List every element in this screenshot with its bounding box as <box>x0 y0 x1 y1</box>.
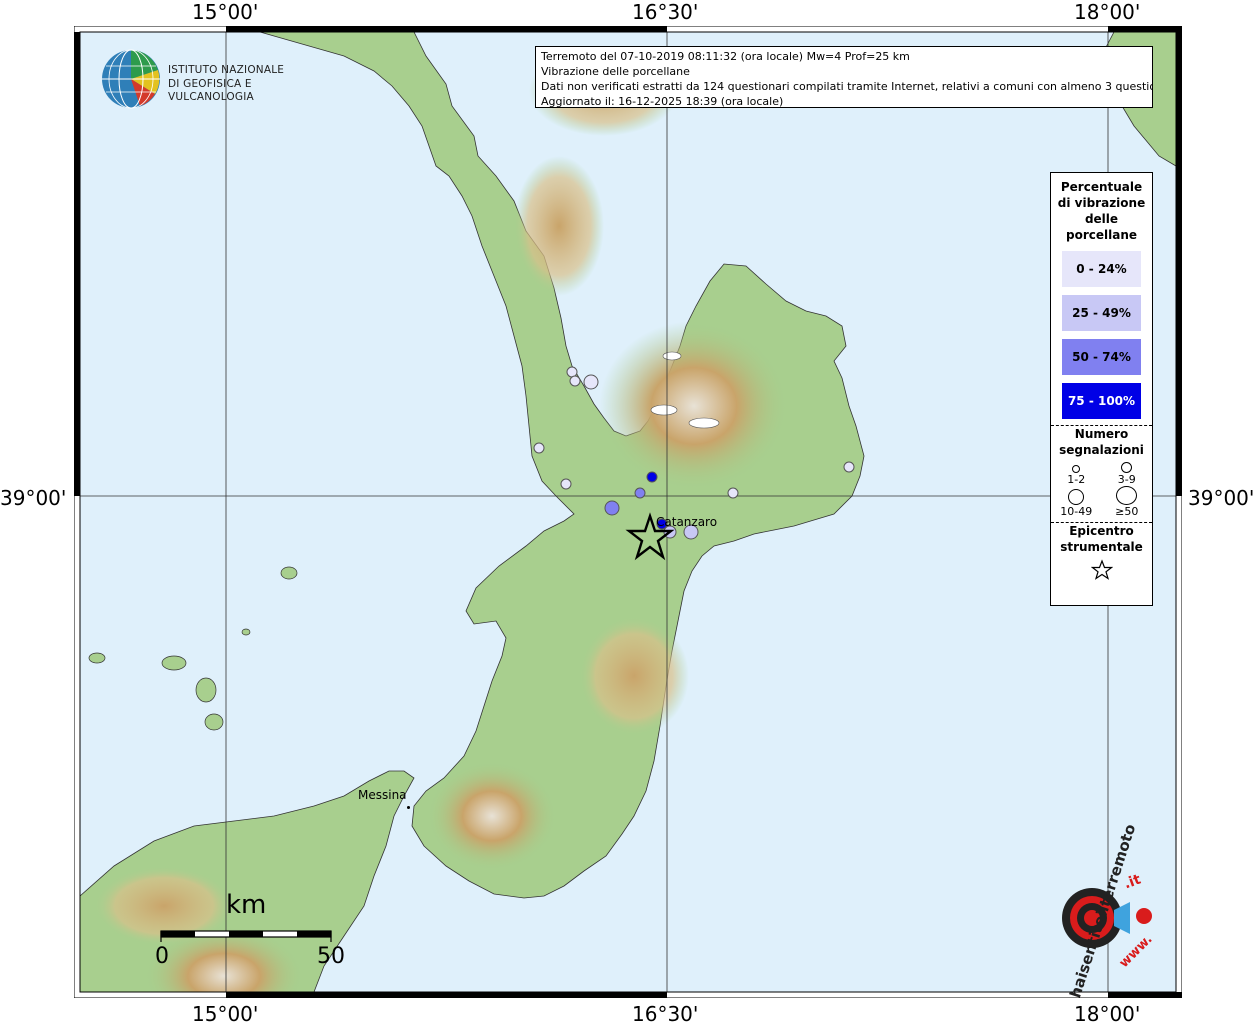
event-info-box: Terremoto del 07-10-2019 08:11:32 (ora l… <box>535 46 1153 108</box>
observation-point[interactable] <box>604 500 620 516</box>
lon-label-top-2: 16°30' <box>632 0 699 24</box>
lat-label-left: 39°00' <box>0 486 67 510</box>
event-line: Terremoto del 07-10-2019 08:11:32 (ora l… <box>541 50 910 63</box>
ingv-globe-icon <box>102 49 160 109</box>
legend-count-label: 1-2 <box>1067 473 1086 486</box>
source-line: Dati non verificati estratti da 124 ques… <box>541 80 1153 93</box>
legend-title-line2: di vibrazione <box>1057 196 1146 210</box>
island-panarea <box>241 628 251 636</box>
observation-point[interactable] <box>843 461 855 473</box>
legend-count-50-plus: ≥50 <box>1102 486 1153 518</box>
observation-point[interactable] <box>634 487 646 499</box>
observation-point[interactable] <box>533 442 545 454</box>
legend: Percentuale di vibrazione delle porcella… <box>1050 172 1153 606</box>
island-salina <box>161 655 187 671</box>
legend-class-label: 0 - 24% <box>1076 262 1127 276</box>
island-stromboli <box>280 566 298 580</box>
city-label-messina: Messina <box>358 788 407 802</box>
legend-count-title: Numero segnalazioni <box>1051 426 1152 458</box>
legend-epicenter-title-line2: strumentale <box>1060 540 1143 554</box>
legend-title-line4: porcellane <box>1065 228 1137 242</box>
frame-tick-top-2 <box>1108 26 1182 32</box>
ingv-logo: ISTITUTO NAZIONALE DI GEOFISICA E VULCAN… <box>100 46 320 112</box>
lon-label-top-3: 18°00' <box>1074 0 1141 24</box>
legend-count-3-9: 3-9 <box>1102 458 1153 486</box>
lake-cecita <box>662 351 682 361</box>
ingv-name-line2: DI GEOFISICA E VULCANOLOGIA <box>168 78 254 103</box>
ingv-name-line1: ISTITUTO NAZIONALE <box>168 64 285 76</box>
frame-tick-bottom-2 <box>1108 992 1182 998</box>
update-line: Aggiornato il: 16-12-2025 18:39 (ora loc… <box>541 95 784 108</box>
map-frame[interactable] <box>74 26 1182 998</box>
island-lipari <box>195 677 217 703</box>
scale-unit: km <box>226 890 267 920</box>
lat-label-right: 39°00' <box>1188 486 1254 510</box>
legend-class-75-100: 75 - 100% <box>1062 383 1141 419</box>
observation-point[interactable] <box>569 375 581 387</box>
aspromonte-relief <box>427 761 557 871</box>
lon-label-bottom-3: 18°00' <box>1074 1002 1141 1026</box>
sila-relief <box>599 321 789 491</box>
frame-tick-left-1 <box>74 32 80 496</box>
scale-bar-graphic <box>160 930 332 942</box>
lon-label-bottom-1: 15°00' <box>192 1002 259 1026</box>
frame-tick-right-1 <box>1176 32 1182 496</box>
star-icon <box>1090 559 1113 580</box>
island-vulcano <box>204 713 224 731</box>
scale-max-label: 50 <box>317 944 345 969</box>
observation-point[interactable] <box>646 471 658 483</box>
legend-count-title-line1: Numero <box>1074 427 1129 441</box>
legend-count-label: 3-9 <box>1117 473 1136 486</box>
legend-count-label: 10-49 <box>1060 505 1093 518</box>
parameter-line: Vibrazione delle porcellane <box>541 65 690 78</box>
legend-count-10-49: 10-49 <box>1051 486 1102 518</box>
legend-count-grid: 1-2 3-9 10-49 ≥50 <box>1051 458 1152 518</box>
legend-class-50-74: 50 - 74% <box>1062 339 1141 375</box>
scale-bar: km 0 50 <box>150 890 350 970</box>
catena-costiera-relief <box>514 156 604 296</box>
legend-title: Percentuale di vibrazione delle porcella… <box>1051 179 1152 243</box>
legend-class-label: 25 - 49% <box>1072 306 1131 320</box>
frame-tick-bottom-1 <box>226 992 667 998</box>
small-circle-icon <box>1072 465 1081 473</box>
legend-count-1-2: 1-2 <box>1051 458 1102 486</box>
legend-count-title-line2: segnalazioni <box>1059 443 1144 457</box>
observation-point[interactable] <box>727 487 739 499</box>
legend-class-label: 50 - 74% <box>1072 350 1131 364</box>
xlarge-circle-icon <box>1116 486 1138 505</box>
messina-marker <box>407 806 410 809</box>
observation-point[interactable] <box>560 478 572 490</box>
observation-point[interactable] <box>566 366 578 378</box>
scale-min-label: 0 <box>155 944 169 969</box>
legend-class-0-24: 0 - 24% <box>1062 251 1141 287</box>
legend-count-label: ≥50 <box>1115 505 1139 518</box>
lon-label-top-1: 15°00' <box>192 0 259 24</box>
legend-epicenter-title: Epicentro strumentale <box>1051 523 1152 555</box>
legend-class-label: 75 - 100% <box>1067 394 1136 408</box>
legend-class-25-49: 25 - 49% <box>1062 295 1141 331</box>
lake-arvo <box>650 404 678 416</box>
legend-title-line3: delle <box>1084 212 1119 226</box>
frame-tick-top-1 <box>226 26 667 32</box>
city-label-catanzaro: Catanzaro <box>656 515 718 529</box>
medium-circle-icon <box>1121 462 1133 473</box>
lon-label-bottom-2: 16°30' <box>632 1002 699 1026</box>
observation-point[interactable] <box>583 374 599 390</box>
large-circle-icon <box>1068 489 1085 505</box>
legend-epicenter-symbol <box>1051 559 1152 585</box>
map-canvas[interactable] <box>74 26 1182 998</box>
island-alicudi <box>88 652 106 664</box>
legend-title-line1: Percentuale <box>1060 180 1143 194</box>
lake-ampollino <box>688 417 720 429</box>
serre-relief <box>579 616 689 736</box>
legend-epicenter-title-line1: Epicentro <box>1069 524 1134 538</box>
haisentito-logo: haisentitoilterremoto .it www. <box>1030 822 1160 1000</box>
